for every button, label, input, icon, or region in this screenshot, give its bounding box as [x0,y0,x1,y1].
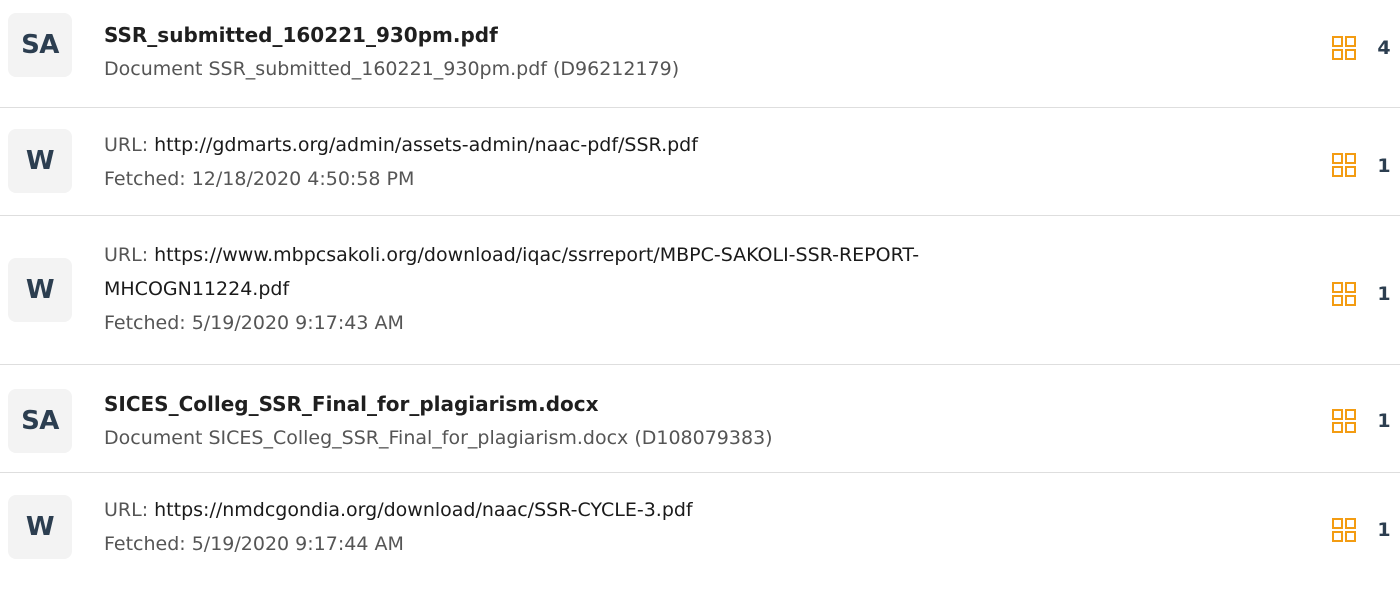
source-detail: Document SSR_submitted_160221_930pm.pdf … [104,58,680,80]
match-count: 4 [1377,37,1391,59]
grid-icon[interactable] [1332,518,1356,542]
source-title[interactable]: SSR_submitted_160221_930pm.pdf [104,18,1140,52]
grid-icon[interactable] [1332,409,1356,433]
match-count: 1 [1377,283,1391,305]
source-row[interactable]: SA SSR_submitted_160221_930pm.pdf Docume… [0,0,1400,108]
source-type-badge: W [8,258,72,322]
source-detail: Document SICES_Colleg_SSR_Final_for_plag… [104,427,773,449]
source-type-badge: SA [8,389,72,453]
source-fetched: Fetched: 5/19/2020 9:17:43 AM [104,312,404,334]
source-row[interactable]: W URL: http://gdmarts.org/admin/assets-a… [0,108,1400,216]
source-info: URL: http://gdmarts.org/admin/assets-adm… [104,128,1140,196]
url-label: URL: [104,134,155,156]
match-count: 1 [1377,410,1391,432]
source-url-line: URL: http://gdmarts.org/admin/assets-adm… [104,128,1140,162]
source-row[interactable]: SA SICES_Colleg_SSR_Final_for_plagiarism… [0,365,1400,473]
source-url-link[interactable]: https://www.mbpcsakoli.org/download/iqac… [154,244,919,266]
source-url-link-cont[interactable]: MHCOGN11224.pdf [104,272,1140,306]
grid-icon[interactable] [1332,153,1356,177]
grid-icon[interactable] [1332,282,1356,306]
source-url-line: URL: https://www.mbpcsakoli.org/download… [104,238,1140,272]
source-info: SICES_Colleg_SSR_Final_for_plagiarism.do… [104,387,1140,455]
source-url-link[interactable]: https://nmdcgondia.org/download/naac/SSR… [154,499,693,521]
source-list: SA SSR_submitted_160221_930pm.pdf Docume… [0,0,1400,583]
url-label: URL: [104,244,155,266]
grid-icon[interactable] [1332,36,1356,60]
source-info: URL: https://www.mbpcsakoli.org/download… [104,238,1140,340]
source-row[interactable]: W URL: https://nmdcgondia.org/download/n… [0,473,1400,583]
source-info: SSR_submitted_160221_930pm.pdf Document … [104,18,1140,86]
source-row[interactable]: W URL: https://www.mbpcsakoli.org/downlo… [0,216,1400,365]
source-title[interactable]: SICES_Colleg_SSR_Final_for_plagiarism.do… [104,387,1140,421]
source-info: URL: https://nmdcgondia.org/download/naa… [104,493,1140,561]
source-url-line: URL: https://nmdcgondia.org/download/naa… [104,493,1140,527]
match-count: 1 [1377,155,1391,177]
source-fetched: Fetched: 12/18/2020 4:50:58 PM [104,168,415,190]
source-fetched: Fetched: 5/19/2020 9:17:44 AM [104,533,404,555]
source-url-link[interactable]: http://gdmarts.org/admin/assets-admin/na… [154,134,698,156]
source-type-badge: W [8,129,72,193]
source-type-badge: W [8,495,72,559]
source-type-badge: SA [8,13,72,77]
match-count: 1 [1377,519,1391,541]
url-label: URL: [104,499,155,521]
